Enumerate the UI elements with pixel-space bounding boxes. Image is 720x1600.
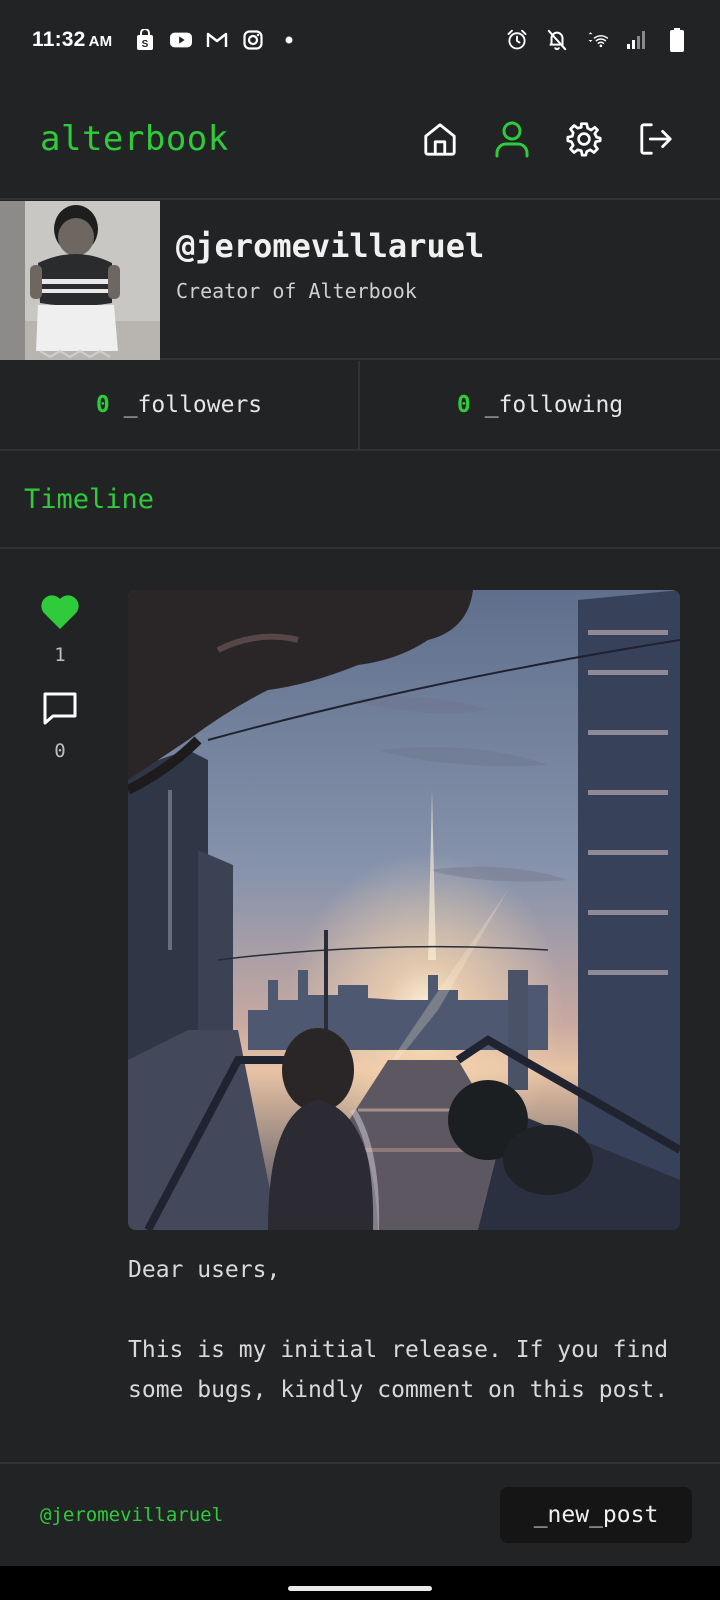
profile-nav-button[interactable] bbox=[494, 121, 530, 158]
following-stat[interactable]: 0 _following bbox=[360, 361, 720, 449]
header-nav bbox=[422, 121, 674, 158]
comment-button[interactable] bbox=[41, 690, 79, 730]
svg-text:S: S bbox=[142, 39, 149, 50]
profile-handle: @jeromevillaruel bbox=[176, 227, 485, 265]
status-time-value: 11:32 bbox=[32, 28, 86, 51]
signal-icon bbox=[626, 29, 648, 51]
following-label: _following bbox=[484, 392, 624, 418]
notifications-off-icon bbox=[546, 29, 568, 51]
footer-handle[interactable]: @jeromevillaruel bbox=[40, 1504, 223, 1526]
gesture-handle[interactable] bbox=[288, 1586, 432, 1591]
like-button[interactable] bbox=[39, 592, 81, 634]
notification-icons: S bbox=[134, 29, 300, 51]
comment-count: 0 bbox=[54, 740, 66, 762]
heart-icon bbox=[41, 595, 79, 629]
system-icons bbox=[506, 28, 688, 52]
settings-nav-button[interactable] bbox=[566, 121, 602, 157]
following-count: 0 bbox=[456, 392, 471, 418]
profile-icon bbox=[495, 121, 529, 158]
followers-stat[interactable]: 0 _followers bbox=[0, 361, 360, 449]
shop-bag-icon: S bbox=[134, 29, 156, 51]
battery-icon bbox=[666, 28, 688, 52]
post-actions: 1 0 bbox=[36, 592, 84, 762]
app-brand[interactable]: alterbook bbox=[40, 119, 229, 159]
timeline-title: Timeline bbox=[0, 452, 720, 549]
avatar[interactable] bbox=[0, 201, 160, 360]
settings-icon bbox=[566, 122, 602, 157]
profile-text: @jeromevillaruel Creator of Alterbook bbox=[160, 201, 484, 358]
new-post-button[interactable]: _new_post bbox=[500, 1487, 692, 1543]
youtube-icon bbox=[170, 29, 193, 51]
more-notifications-dot-icon bbox=[278, 29, 300, 51]
instagram-icon bbox=[242, 29, 264, 51]
status-time-ampm: AM bbox=[88, 33, 113, 50]
comment-icon bbox=[43, 692, 77, 725]
navigation-gesture-bar bbox=[0, 1566, 720, 1600]
status-bar: 11:32 AM S bbox=[0, 0, 720, 80]
like-count: 1 bbox=[54, 644, 66, 666]
profile-stats: 0 _followers 0 _following bbox=[0, 361, 720, 451]
status-time: 11:32 AM bbox=[32, 28, 112, 52]
home-icon bbox=[424, 123, 456, 156]
post-image[interactable] bbox=[128, 590, 680, 1230]
profile-bio: Creator of Alterbook bbox=[176, 279, 417, 303]
followers-label: _followers bbox=[123, 392, 263, 418]
logout-nav-button[interactable] bbox=[638, 121, 674, 157]
home-nav-button[interactable] bbox=[422, 121, 458, 157]
post-body: Dear users, This is my initial release. … bbox=[128, 1257, 669, 1403]
followers-count: 0 bbox=[95, 392, 110, 418]
profile-header: @jeromevillaruel Creator of Alterbook bbox=[0, 201, 720, 360]
gmail-icon bbox=[206, 29, 228, 51]
timeline-post: 1 0 Dear users, This is my initial relea… bbox=[0, 550, 720, 1462]
logout-icon bbox=[640, 123, 672, 155]
app-header: alterbook bbox=[0, 80, 720, 200]
alarm-icon bbox=[506, 29, 528, 51]
wifi-icon bbox=[586, 29, 608, 51]
footer-bar: @jeromevillaruel _new_post bbox=[0, 1462, 720, 1566]
